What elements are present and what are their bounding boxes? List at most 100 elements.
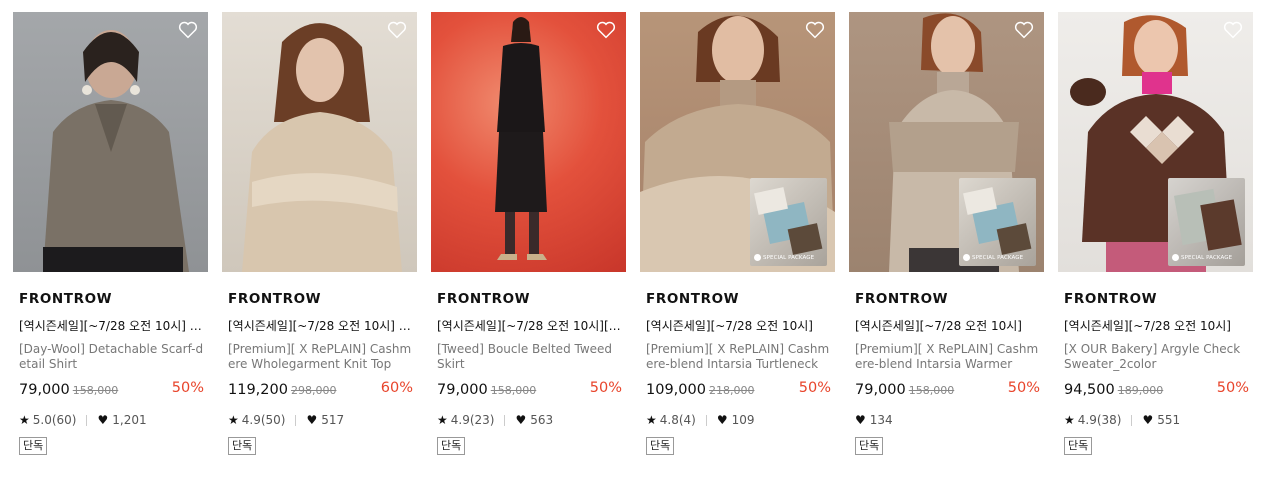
wishlist-heart-icon[interactable] bbox=[178, 21, 198, 39]
package-label-text: SPECIAL PACKAGE bbox=[763, 255, 815, 261]
brand-name[interactable]: FRONTROW bbox=[1058, 291, 1253, 307]
discount-rate: 50% bbox=[589, 380, 622, 396]
star-icon: ★ bbox=[1064, 413, 1075, 427]
promo-text: [역시즌세일][~7/28 오전 10시] bbox=[855, 319, 1022, 333]
wishlist-heart-icon[interactable] bbox=[596, 21, 616, 39]
package-label-text: SPECIAL PACKAGE bbox=[972, 255, 1024, 261]
product-card[interactable]: FRONTROW [역시즌세일][~7/28 오전 10시] | [... [D… bbox=[13, 12, 208, 455]
original-price: 158,000 bbox=[908, 384, 955, 397]
product-image[interactable]: SPECIAL PACKAGE bbox=[849, 12, 1044, 272]
model-photo bbox=[495, 17, 547, 260]
product-name[interactable]: [Premium][ X RePLAIN] Cashmere Wholegarm… bbox=[222, 342, 414, 372]
package-dot-icon bbox=[963, 254, 970, 261]
product-image[interactable] bbox=[222, 12, 417, 272]
product-card[interactable]: SPECIAL PACKAGE FRONTROW [역시즌세일][~7/28 오… bbox=[849, 12, 1044, 455]
star-icon: ★ bbox=[228, 413, 239, 427]
sale-price: 79,000 bbox=[19, 382, 70, 398]
like-count: 1,201 bbox=[112, 413, 147, 427]
brand-name[interactable]: FRONTROW bbox=[13, 291, 208, 307]
model-photo bbox=[43, 30, 189, 272]
brand-name[interactable]: FRONTROW bbox=[640, 291, 835, 307]
price-row: 79,000 158,000 50% bbox=[431, 379, 626, 399]
heart-filled-icon: ♥ bbox=[855, 413, 866, 427]
wishlist-heart-icon[interactable] bbox=[387, 21, 407, 39]
package-dot-icon bbox=[1172, 254, 1179, 261]
original-price: 218,000 bbox=[708, 384, 755, 397]
package-label-text: SPECIAL PACKAGE bbox=[1181, 255, 1233, 261]
wishlist-heart-icon[interactable] bbox=[805, 21, 825, 39]
heart-filled-icon: ♥ bbox=[97, 413, 109, 427]
rating-text: 4.9(50) bbox=[241, 413, 286, 427]
promo-text: [역시즌세일][~7/28 오전 10시] bbox=[646, 319, 813, 333]
sale-price: 109,000 bbox=[646, 382, 706, 398]
discount-rate: 50% bbox=[171, 380, 204, 396]
wishlist-heart-icon[interactable] bbox=[1014, 21, 1034, 39]
package-photo bbox=[1173, 188, 1242, 251]
product-card[interactable]: FRONTROW [역시즌세일][~7/28 오전 10시] | [... [P… bbox=[222, 12, 417, 455]
rating-text: 4.9(38) bbox=[1077, 413, 1122, 427]
product-name[interactable]: [Day-Wool] Detachable Scarf-detail Shirt bbox=[13, 342, 205, 372]
meta-row: ★ 4.9(38) ♥ 551 bbox=[1058, 412, 1253, 428]
original-price: 158,000 bbox=[490, 384, 537, 397]
brand-name[interactable]: FRONTROW bbox=[222, 291, 417, 307]
package-dot-icon bbox=[754, 254, 761, 261]
product-card[interactable]: FRONTROW [역시즌세일][~7/28 오전 10시][기... [Twe… bbox=[431, 12, 626, 455]
product-name[interactable]: [Tweed] Boucle Belted Tweed Skirt bbox=[431, 342, 623, 372]
discount-rate: 50% bbox=[798, 380, 831, 396]
package-label: SPECIAL PACKAGE bbox=[754, 254, 814, 261]
exclusive-badge: 단독 bbox=[1064, 437, 1093, 455]
price-row: 79,000 158,000 50% bbox=[13, 379, 208, 399]
wishlist-heart-icon[interactable] bbox=[1223, 21, 1243, 39]
heart-filled-icon: ♥ bbox=[1142, 413, 1154, 427]
exclusive-badge: 단독 bbox=[437, 437, 466, 455]
sale-price: 79,000 bbox=[437, 382, 488, 398]
product-image[interactable] bbox=[431, 12, 626, 272]
discount-rate: 50% bbox=[1007, 380, 1040, 396]
model-photo bbox=[242, 23, 402, 272]
product-card[interactable]: SPECIAL PACKAGE FRONTROW [역시즌세일][~7/28 오… bbox=[1058, 12, 1253, 455]
product-image[interactable]: SPECIAL PACKAGE bbox=[640, 12, 835, 272]
heart-filled-icon: ♥ bbox=[306, 413, 318, 427]
meta-row: ★ 5.0(60) ♥ 1,201 bbox=[13, 412, 208, 428]
divider bbox=[504, 414, 506, 426]
like-count: 551 bbox=[1157, 413, 1181, 427]
product-image[interactable]: SPECIAL PACKAGE bbox=[1058, 12, 1253, 272]
exclusive-badge: 단독 bbox=[855, 437, 884, 455]
discount-rate: 50% bbox=[1216, 380, 1249, 396]
exclusive-badge: 단독 bbox=[19, 437, 48, 455]
sale-price: 119,200 bbox=[228, 382, 288, 398]
product-name[interactable]: [Premium][ X RePLAIN] Cashmere-blend Int… bbox=[849, 342, 1041, 372]
product-card[interactable]: SPECIAL PACKAGE FRONTROW [역시즌세일][~7/28 오… bbox=[640, 12, 835, 455]
product-name[interactable]: [X OUR Bakery] Argyle Check Sweater_2col… bbox=[1058, 342, 1250, 372]
package-photo bbox=[963, 187, 1032, 255]
star-icon: ★ bbox=[19, 413, 30, 427]
star-icon: ★ bbox=[437, 413, 448, 427]
brand-name[interactable]: FRONTROW bbox=[849, 291, 1044, 307]
price-row: 79,000 158,000 50% bbox=[849, 379, 1044, 399]
promo-text: [역시즌세일][~7/28 오전 10시][기... bbox=[437, 319, 621, 333]
price-row: 119,200 298,000 60% bbox=[222, 379, 417, 399]
product-grid: FRONTROW [역시즌세일][~7/28 오전 10시] | [... [D… bbox=[0, 0, 1262, 478]
original-price: 298,000 bbox=[290, 384, 337, 397]
meta-row: ★ 4.9(50) ♥ 517 bbox=[222, 412, 417, 428]
like-count: 109 bbox=[731, 413, 755, 427]
like-count: 517 bbox=[321, 413, 345, 427]
package-label: SPECIAL PACKAGE bbox=[963, 254, 1023, 261]
brand-name[interactable]: FRONTROW bbox=[431, 291, 626, 307]
promo-text: [역시즌세일][~7/28 오전 10시] | [... bbox=[19, 319, 203, 333]
divider bbox=[1131, 414, 1133, 426]
package-label: SPECIAL PACKAGE bbox=[1172, 254, 1232, 261]
like-count: 563 bbox=[530, 413, 554, 427]
meta-row: ♥ 134 bbox=[849, 412, 1044, 428]
promo-text: [역시즌세일][~7/28 오전 10시] bbox=[1064, 319, 1231, 333]
product-name[interactable]: [Premium][ X RePLAIN] Cashmere-blend Int… bbox=[640, 342, 832, 372]
original-price: 158,000 bbox=[72, 384, 119, 397]
meta-row: ★ 4.8(4) ♥ 109 bbox=[640, 412, 835, 428]
special-package-image: SPECIAL PACKAGE bbox=[959, 178, 1036, 266]
package-photo bbox=[754, 187, 823, 255]
promo-text: [역시즌세일][~7/28 오전 10시] | [... bbox=[228, 319, 412, 333]
divider bbox=[705, 414, 707, 426]
divider bbox=[86, 414, 88, 426]
product-image[interactable] bbox=[13, 12, 208, 272]
special-package-image: SPECIAL PACKAGE bbox=[750, 178, 827, 266]
